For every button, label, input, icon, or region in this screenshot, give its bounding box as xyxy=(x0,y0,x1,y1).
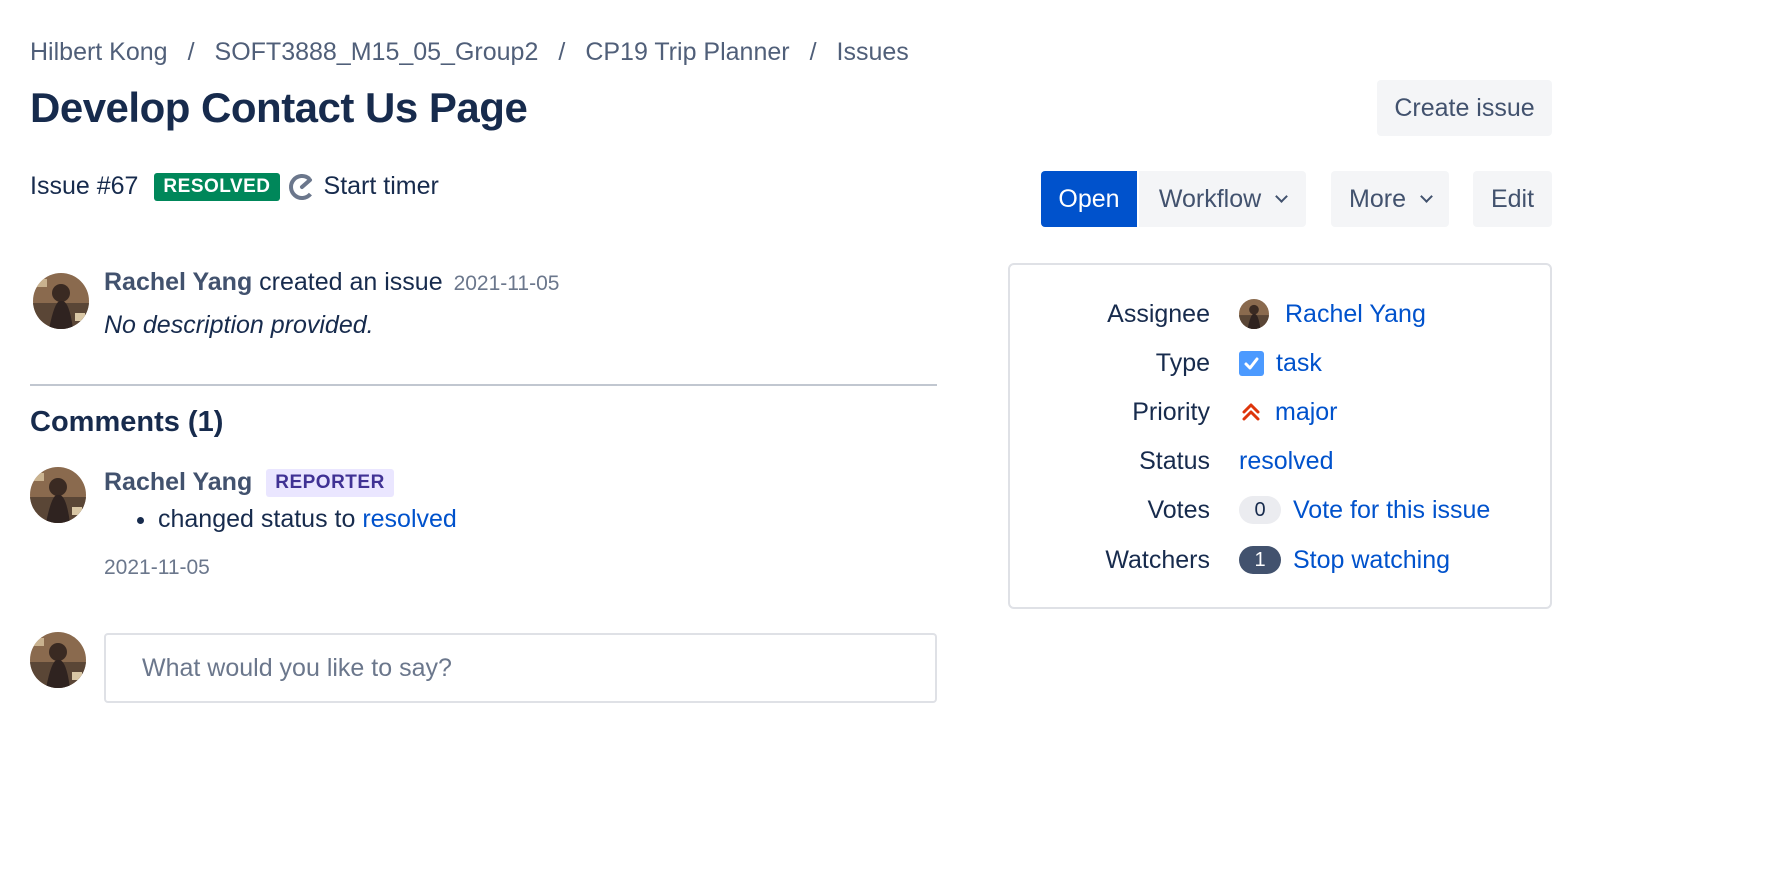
avatar xyxy=(30,467,86,523)
workflow-label: Workflow xyxy=(1158,184,1262,213)
breadcrumb-item-issues[interactable]: Issues xyxy=(837,38,909,66)
start-timer-button[interactable]: Start timer xyxy=(288,172,439,201)
watchers-row: Watchers 1 Stop watching xyxy=(1010,540,1550,580)
votes-label: Votes xyxy=(1147,495,1210,524)
activity-date: 2021-11-05 xyxy=(453,272,560,295)
avatar xyxy=(33,273,89,329)
comment-author[interactable]: Rachel Yang xyxy=(104,468,252,497)
assignee-row: Assignee Rachel Yang xyxy=(1010,294,1550,334)
breadcrumb: Hilbert Kong / SOFT3888_M15_05_Group2 / CP19… xyxy=(30,38,909,67)
more-dropdown-button[interactable]: More xyxy=(1331,171,1449,227)
priority-row: Priority major xyxy=(1010,392,1550,432)
stop-watching-link[interactable]: Stop watching xyxy=(1293,546,1450,575)
issue-details-panel: Assignee Rachel Yang Type task Priority xyxy=(1008,263,1552,609)
breadcrumb-separator: / xyxy=(809,38,817,66)
divider xyxy=(30,384,937,386)
activity-action: created an issue xyxy=(259,268,443,296)
assignee-link[interactable]: Rachel Yang xyxy=(1285,300,1426,329)
priority-label: Priority xyxy=(1132,397,1210,426)
comments-heading: Comments (1) xyxy=(30,406,224,438)
activity-author[interactable]: Rachel Yang xyxy=(104,268,252,296)
create-issue-button[interactable]: Create issue xyxy=(1377,80,1552,136)
assignee-avatar xyxy=(1239,299,1269,329)
type-link[interactable]: task xyxy=(1276,349,1322,378)
comment-date: 2021-11-05 xyxy=(104,556,210,579)
change-item: changed status to resolved xyxy=(158,505,457,534)
checkbox-icon xyxy=(1239,350,1264,376)
start-timer-label: Start timer xyxy=(323,172,439,200)
avatar xyxy=(30,632,86,688)
type-label: Type xyxy=(1155,348,1210,377)
timer-icon xyxy=(288,173,315,200)
change-list: changed status to resolved xyxy=(158,505,457,534)
breadcrumb-item-group[interactable]: SOFT3888_M15_05_Group2 xyxy=(215,38,539,66)
double-chevron-up-icon xyxy=(1239,400,1263,424)
comment-input[interactable] xyxy=(104,633,937,703)
status-link[interactable]: resolved xyxy=(362,505,457,533)
more-label: More xyxy=(1349,184,1406,213)
chevron-down-icon xyxy=(1275,189,1289,203)
assignee-label: Assignee xyxy=(1107,299,1210,328)
issue-activity: Rachel Yang created an issue 2021-11-05 … xyxy=(104,268,559,340)
breadcrumb-separator: / xyxy=(558,38,566,66)
issue-meta: Issue #67 RESOLVED Start timer xyxy=(30,172,439,201)
priority-link[interactable]: major xyxy=(1275,398,1338,427)
change-text: changed status to xyxy=(158,505,356,533)
votes-row: Votes 0 Vote for this issue xyxy=(1010,490,1550,530)
reporter-badge: REPORTER xyxy=(266,468,394,497)
open-button[interactable]: Open xyxy=(1041,171,1137,227)
breadcrumb-item-user[interactable]: Hilbert Kong xyxy=(30,38,168,66)
chevron-down-icon xyxy=(1420,189,1433,203)
votes-count-badge: 0 xyxy=(1239,496,1281,524)
breadcrumb-separator: / xyxy=(187,38,195,66)
status-badge: RESOLVED xyxy=(154,172,280,201)
issue-number: Issue #67 xyxy=(30,172,139,200)
type-row: Type task xyxy=(1010,343,1550,383)
comment-item: Rachel Yang REPORTER changed status to r… xyxy=(104,468,457,580)
status-row: Status resolved xyxy=(1010,441,1550,481)
breadcrumb-item-repo[interactable]: CP19 Trip Planner xyxy=(585,38,789,66)
watchers-count-badge: 1 xyxy=(1239,546,1281,574)
edit-button[interactable]: Edit xyxy=(1473,171,1552,227)
status-link[interactable]: resolved xyxy=(1239,447,1334,476)
status-label: Status xyxy=(1139,446,1210,475)
workflow-dropdown-button[interactable]: Workflow xyxy=(1139,171,1306,227)
page-title: Develop Contact Us Page xyxy=(30,84,528,131)
vote-link[interactable]: Vote for this issue xyxy=(1293,496,1490,525)
watchers-label: Watchers xyxy=(1105,545,1210,574)
issue-description: No description provided. xyxy=(104,311,374,339)
